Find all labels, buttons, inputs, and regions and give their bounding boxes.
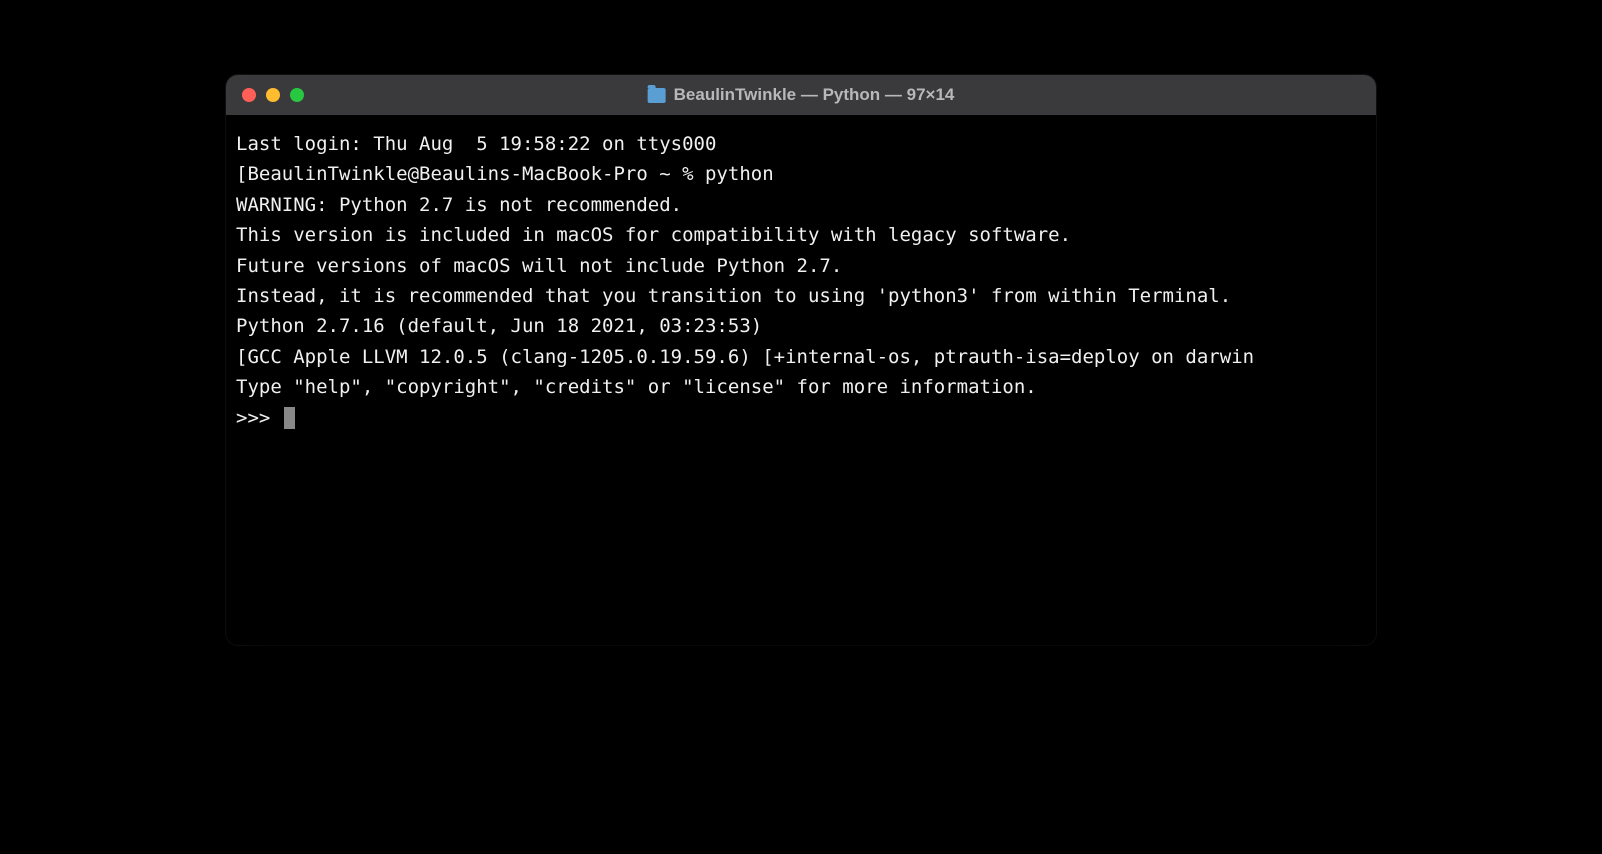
terminal-line: [BeaulinTwinkle@Beaulins-MacBook-Pro ~ %…: [236, 159, 1366, 189]
folder-icon: [648, 88, 666, 103]
terminal-line: This version is included in macOS for co…: [236, 220, 1366, 250]
terminal-window: BeaulinTwinkle — Python — 97×14 Last log…: [226, 75, 1376, 645]
terminal-line: Python 2.7.16 (default, Jun 18 2021, 03:…: [236, 311, 1366, 341]
titlebar[interactable]: BeaulinTwinkle — Python — 97×14: [226, 75, 1376, 115]
terminal-line: Future versions of macOS will not includ…: [236, 251, 1366, 281]
window-title-text: BeaulinTwinkle — Python — 97×14: [674, 85, 955, 105]
minimize-button[interactable]: [266, 88, 280, 102]
traffic-lights: [242, 88, 304, 102]
python-prompt: >>>: [236, 407, 282, 429]
close-button[interactable]: [242, 88, 256, 102]
terminal-prompt-line[interactable]: >>>: [236, 403, 1366, 433]
terminal-line: Last login: Thu Aug 5 19:58:22 on ttys00…: [236, 129, 1366, 159]
cursor-icon: [284, 407, 295, 429]
terminal-line: Type "help", "copyright", "credits" or "…: [236, 372, 1366, 402]
terminal-body[interactable]: Last login: Thu Aug 5 19:58:22 on ttys00…: [226, 115, 1376, 645]
maximize-button[interactable]: [290, 88, 304, 102]
terminal-line: WARNING: Python 2.7 is not recommended.: [236, 190, 1366, 220]
terminal-line: [GCC Apple LLVM 12.0.5 (clang-1205.0.19.…: [236, 342, 1366, 372]
window-title: BeaulinTwinkle — Python — 97×14: [648, 85, 955, 105]
terminal-line: Instead, it is recommended that you tran…: [236, 281, 1366, 311]
